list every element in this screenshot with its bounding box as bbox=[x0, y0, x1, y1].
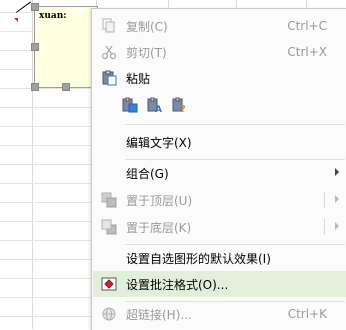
format-comment-icon bbox=[101, 276, 117, 292]
paste-options: A ? bbox=[122, 97, 188, 113]
resize-handle[interactable] bbox=[31, 83, 39, 91]
chevron-right-icon bbox=[335, 168, 339, 176]
menu-item-copy[interactable]: 复制(C) Ctrl+C bbox=[93, 13, 346, 39]
comment-indicator bbox=[14, 18, 18, 22]
send-to-back-icon bbox=[101, 219, 117, 235]
hyperlink-icon bbox=[101, 306, 117, 322]
menu-item-group[interactable]: 组合(G) bbox=[93, 160, 346, 186]
comment-box[interactable]: xuan: bbox=[34, 6, 98, 88]
resize-handle[interactable] bbox=[31, 43, 39, 51]
menu-item-edit-text[interactable]: 编辑文字(X) bbox=[93, 129, 346, 155]
menu-separator bbox=[125, 124, 345, 125]
menu-item-bring-to-front[interactable]: 置于顶层(U) bbox=[93, 187, 346, 213]
cut-icon bbox=[101, 44, 117, 60]
menu-item-cut[interactable]: 剪切(T) Ctrl+X bbox=[93, 39, 346, 65]
chevron-right-icon bbox=[335, 195, 339, 203]
menu-item-format-comment[interactable]: 设置批注格式(O)... bbox=[93, 271, 346, 297]
svg-text:?: ? bbox=[180, 104, 186, 113]
copy-icon bbox=[101, 18, 117, 34]
bring-to-front-icon bbox=[101, 192, 117, 208]
menu-item-paste[interactable]: 粘贴 bbox=[93, 65, 346, 91]
resize-handle[interactable] bbox=[31, 3, 39, 11]
paste-icon bbox=[101, 70, 117, 86]
resize-handle[interactable] bbox=[62, 83, 70, 91]
context-menu: 复制(C) Ctrl+C 剪切(T) Ctrl+X 粘贴 A ? 编辑文字(X)… bbox=[91, 8, 346, 330]
menu-item-hyperlink[interactable]: 超链接(H)... Ctrl+K bbox=[93, 301, 346, 327]
paste-text-only-icon[interactable]: A bbox=[147, 97, 163, 113]
paste-keep-format-icon[interactable] bbox=[122, 97, 138, 113]
paste-special-icon[interactable]: ? bbox=[172, 97, 188, 113]
menu-item-send-to-back[interactable]: 置于底层(K) bbox=[93, 214, 346, 240]
chevron-right-icon bbox=[335, 222, 339, 230]
comment-author[interactable]: xuan: bbox=[39, 11, 67, 21]
menu-item-default-shape-effect[interactable]: 设置自选图形的默认效果(I) bbox=[93, 245, 346, 271]
svg-text:A: A bbox=[155, 105, 162, 113]
